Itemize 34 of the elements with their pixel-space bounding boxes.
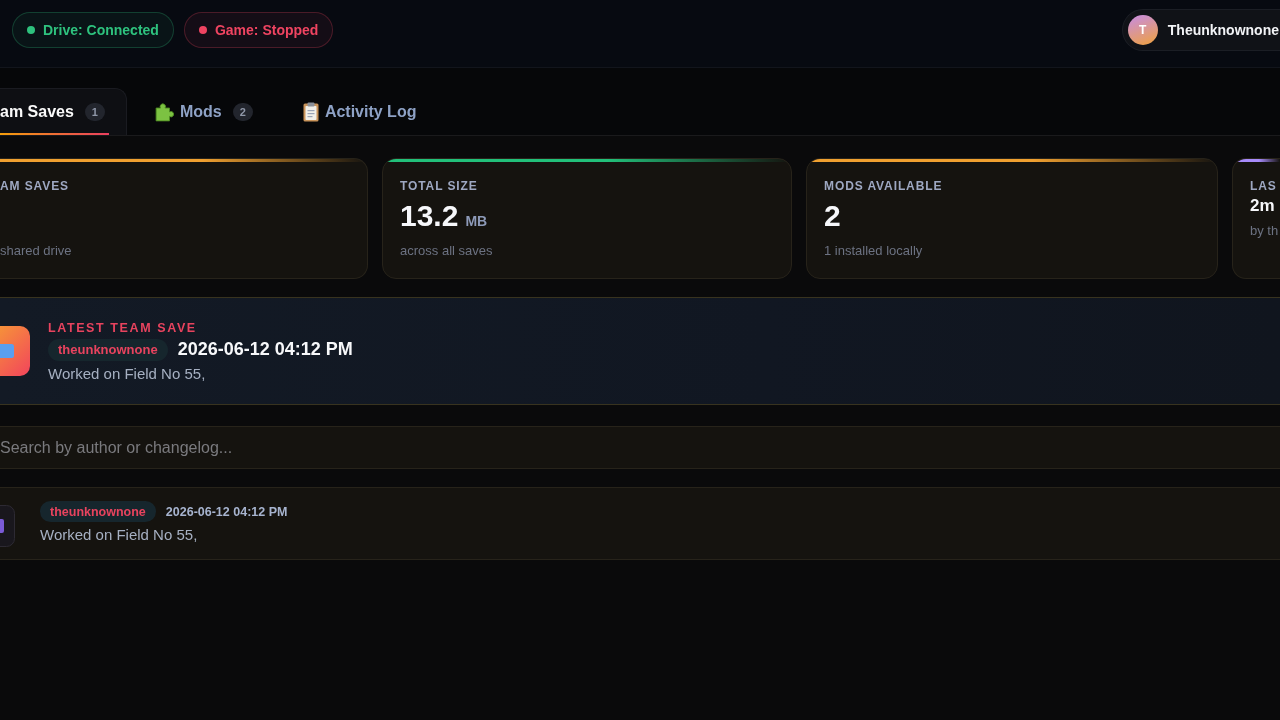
save-date: 2026-06-12 04:12 PM — [165, 504, 288, 519]
search-field[interactable]: Search by author or changelog... — [0, 426, 1280, 469]
stat-note: shared drive — [0, 243, 73, 258]
save-date: 2026-06-12 04:12 PM — [177, 339, 353, 360]
save-message: Worked on Field No 55, — [48, 364, 207, 382]
stat-note: by th — [1250, 223, 1280, 238]
puzzle-piece-icon — [154, 102, 174, 122]
stat-label: MODS AVAILABLE — [824, 179, 944, 193]
stat-note: across all saves — [400, 243, 494, 258]
stat-value: 13.2 — [400, 199, 459, 233]
save-tile-icon — [0, 505, 15, 547]
save-list-item[interactable]: theunknownone 2026-06-12 04:12 PM Worked on Field No 55, — [0, 487, 1280, 560]
stat-value: 2 — [824, 199, 841, 233]
tab[interactable]: Mods 2 — [132, 88, 275, 135]
author-tag: theunknownone — [40, 501, 156, 522]
user-avatar: T — [1127, 14, 1158, 45]
status-label: Game: Stopped — [214, 21, 319, 38]
stat-label: TOTAL SIZE — [400, 179, 479, 193]
stat-unit: MB — [465, 213, 488, 229]
count-badge: 2 — [232, 103, 253, 121]
clipboard-icon — [302, 102, 319, 122]
count-badge: 1 — [84, 103, 105, 121]
stat-value: 2m — [1250, 196, 1275, 216]
stat-label: LAS — [1250, 179, 1278, 193]
new-tile-icon — [0, 326, 30, 376]
tab[interactable]: Activity Log — [280, 88, 439, 135]
stat-label: AM SAVES — [0, 179, 70, 193]
stat-note: 1 installed locally — [824, 243, 924, 258]
status-label: Drive: Connected — [43, 21, 159, 38]
latest-save-title: LATEST TEAM SAVE — [48, 320, 198, 335]
tab[interactable]: am Saves 1 — [0, 88, 127, 135]
save-message: Worked on Field No 55, — [40, 526, 199, 543]
author-tag: theunknownone — [48, 338, 168, 361]
user-menu-button[interactable]: T Theunknownone — [1121, 8, 1280, 51]
